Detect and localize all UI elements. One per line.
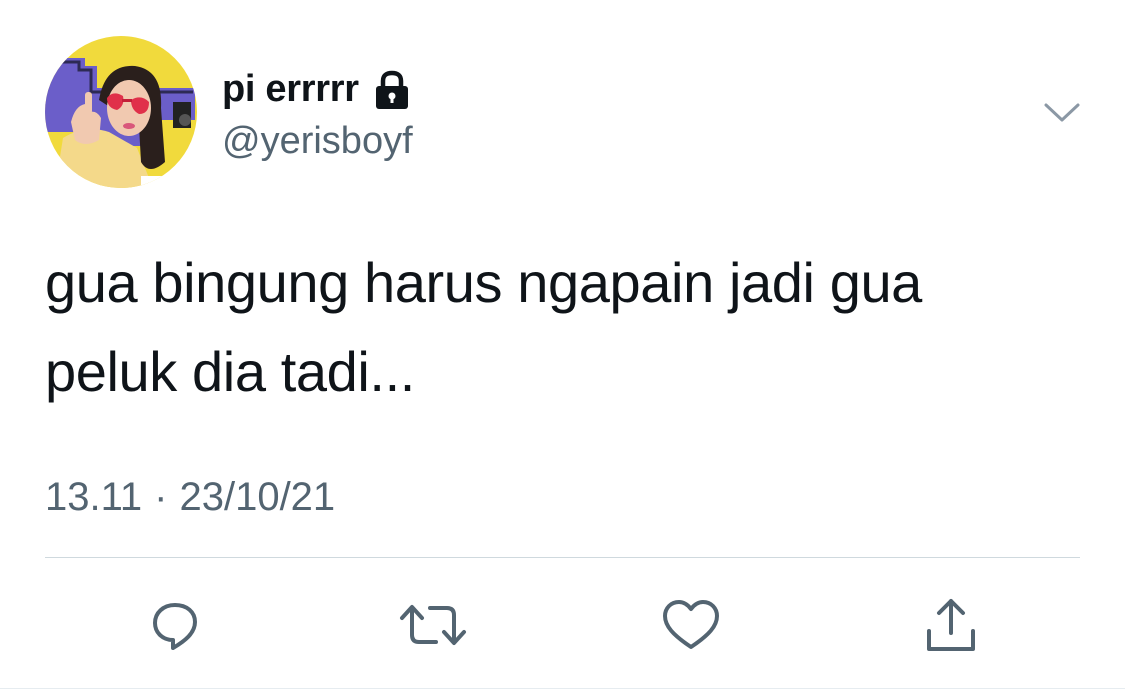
share-button[interactable] bbox=[916, 590, 986, 660]
share-icon bbox=[927, 599, 975, 651]
tweet-text: gua bingung harus ngapain jadi gua peluk… bbox=[45, 238, 1085, 416]
timestamp-separator: · bbox=[154, 475, 168, 519]
retweet-icon bbox=[400, 605, 466, 645]
display-name[interactable]: pi errrrr bbox=[222, 66, 359, 112]
tweet-text-line: peluk dia tadi... bbox=[45, 340, 415, 403]
display-name-row: pi errrrr bbox=[222, 66, 411, 112]
avatar[interactable] bbox=[45, 36, 197, 188]
like-button[interactable] bbox=[656, 590, 726, 660]
avatar-image bbox=[45, 36, 197, 188]
username[interactable]: @yerisboyf bbox=[222, 118, 413, 164]
divider bbox=[45, 557, 1080, 558]
retweet-button[interactable] bbox=[398, 590, 468, 660]
timestamp[interactable]: 13.11 · 23/10/21 bbox=[45, 472, 335, 522]
reply-button[interactable] bbox=[140, 590, 210, 660]
chevron-down-icon bbox=[1044, 103, 1080, 122]
reply-icon bbox=[153, 603, 197, 650]
tweet-text-line: gua bingung harus ngapain jadi gua bbox=[45, 251, 922, 314]
more-options-button[interactable] bbox=[1042, 98, 1082, 128]
tweet-date: 23/10/21 bbox=[179, 475, 336, 519]
heart-icon bbox=[663, 600, 719, 649]
lock-icon bbox=[373, 70, 411, 110]
action-bar bbox=[0, 590, 1125, 660]
bottom-divider bbox=[0, 688, 1125, 689]
tweet-time: 13.11 bbox=[45, 475, 143, 519]
